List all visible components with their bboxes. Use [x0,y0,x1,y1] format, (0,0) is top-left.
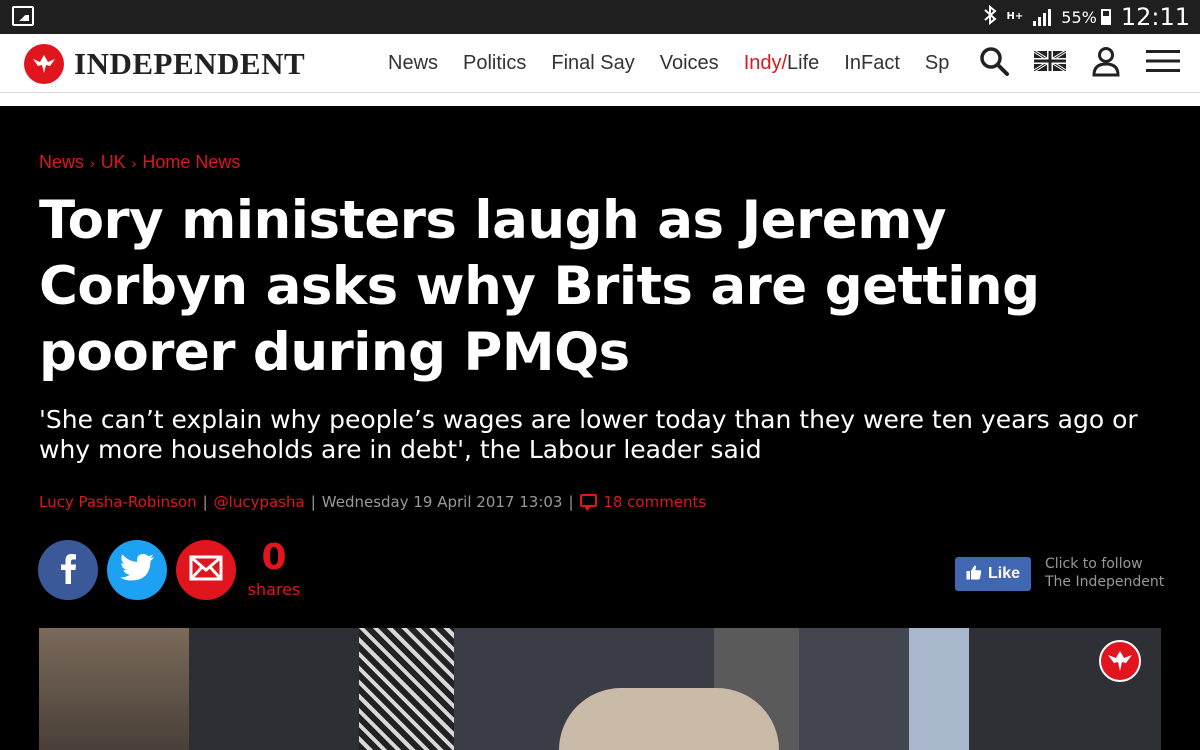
eagle-logo-icon [24,44,64,84]
email-icon [189,555,223,585]
follow-line-2: The Independent [1045,574,1165,590]
battery-indicator: 55% [1061,8,1111,27]
image-region [559,688,779,750]
image-region [799,628,909,750]
author-twitter-link[interactable]: @lucypasha [214,493,305,511]
share-count-number: 0 [261,537,287,578]
byline-divider: | [310,493,316,511]
share-counter: 0 shares [245,536,303,600]
bluetooth-icon [983,4,997,30]
user-icon[interactable] [1090,45,1122,81]
signal-icon [1033,8,1052,26]
follow-prompt: Click to follow The Independent [1045,555,1164,591]
article-byline: Lucy Pasha-Robinson | @lucypasha | Wedne… [39,493,706,511]
breadcrumb-news[interactable]: News [39,152,84,173]
thumbs-up-icon [966,564,982,585]
nav-item-indy-life[interactable]: Indy/Life [744,52,820,75]
byline-divider: | [202,493,208,511]
article-standfirst: 'She can’t explain why people’s wages ar… [39,405,1138,464]
network-type: H+ [1006,11,1024,22]
search-icon[interactable] [978,45,1010,81]
uk-flag-icon[interactable] [1033,49,1067,75]
nav-item-news[interactable]: News [388,52,438,75]
header-divider [0,92,1200,106]
main-nav: News Politics Final Say Voices Indy/Life… [388,34,949,92]
battery-icon [1100,9,1111,25]
nav-item-voices[interactable]: Voices [660,52,719,75]
breadcrumb-uk[interactable]: UK [101,152,126,173]
comment-icon [579,494,597,511]
follow-line-1: Click to follow [1045,556,1143,572]
status-bar: H+ 55% 12:11 [0,0,1200,34]
share-twitter-button[interactable] [107,540,167,600]
facebook-like-button[interactable]: Like [955,557,1031,591]
nav-item-indy-prefix: Indy/ [743,51,788,74]
image-region [909,628,969,750]
article-headline: Tory ministers laugh as Jeremy Corbyn as… [39,190,1040,383]
share-facebook-button[interactable] [38,540,98,600]
breadcrumb-home-news[interactable]: Home News [142,152,240,173]
breadcrumb: News › UK › Home News [39,152,240,173]
comments-count: 18 comments [603,493,707,511]
nav-item-final-say[interactable]: Final Say [551,52,634,75]
battery-percent: 55% [1061,7,1097,27]
twitter-icon [119,553,155,587]
like-label: Like [987,565,1020,582]
independent-watermark-icon [1099,640,1141,682]
facebook-icon [59,552,77,588]
image-region [39,628,189,750]
breadcrumb-separator-icon: › [131,154,137,171]
clock: 12:11 [1120,3,1190,31]
breadcrumb-separator-icon: › [90,154,95,171]
byline-divider: | [568,493,574,511]
image-region [189,628,359,750]
logo-wordmark: INDEPENDENT [74,46,306,81]
image-region [359,628,454,750]
nav-item-sport[interactable]: Sp [925,52,949,75]
nav-item-politics[interactable]: Politics [463,52,526,75]
share-count-label: shares [247,580,301,599]
menu-icon[interactable] [1146,48,1180,78]
gallery-icon [12,6,34,26]
nav-item-infact[interactable]: InFact [844,52,900,75]
site-header: INDEPENDENT News Politics Final Say Voic… [0,34,1200,92]
article-hero-image[interactable] [39,628,1161,750]
site-logo[interactable]: INDEPENDENT [24,44,305,84]
publish-date: Wednesday 19 April 2017 13:03 [321,493,563,511]
author-link[interactable]: Lucy Pasha-Robinson [39,493,197,511]
share-email-button[interactable] [176,540,236,600]
nav-item-life-suffix: Life [787,51,820,74]
comments-link[interactable]: 18 comments [579,493,707,511]
